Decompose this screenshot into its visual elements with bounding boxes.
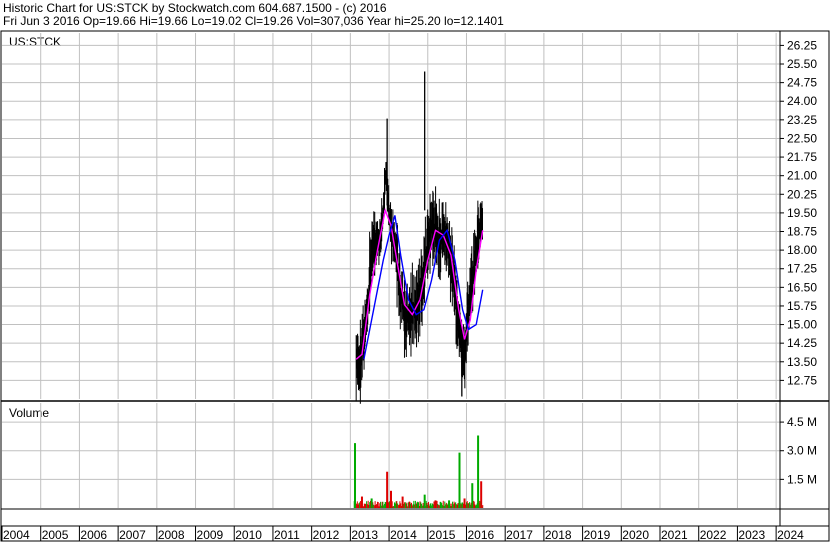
- y-tick-label: 21.75: [787, 150, 817, 164]
- volume-tick-label: 3.0 M: [787, 444, 817, 458]
- x-tick-label: 2015: [429, 528, 456, 542]
- y-tick-label: 14.25: [787, 336, 817, 350]
- y-tick-label: 15.75: [787, 299, 817, 313]
- y-tick-label: 15.00: [787, 318, 817, 332]
- y-tick-label: 19.50: [787, 206, 817, 220]
- y-tick-label: 24.00: [787, 94, 817, 108]
- x-tick-label: 2005: [42, 528, 69, 542]
- x-tick-label: 2007: [119, 528, 146, 542]
- y-tick-label: 23.25: [787, 113, 817, 127]
- y-tick-label: 25.50: [787, 57, 817, 71]
- y-tick-label: 13.50: [787, 355, 817, 369]
- x-tick-label: 2023: [738, 528, 765, 542]
- y-tick-label: 21.00: [787, 169, 817, 183]
- x-tick-label: 2013: [351, 528, 378, 542]
- y-tick-label: 16.50: [787, 280, 817, 294]
- volume-panel-title: Volume: [9, 406, 49, 420]
- stock-chart: Historic Chart for US:STCK by Stockwatch…: [0, 1, 830, 542]
- price-panel-title: US:STCK: [9, 35, 61, 49]
- x-tick-label: 2018: [545, 528, 572, 542]
- header-line-2: Fri Jun 3 2016 Op=19.66 Hi=19.66 Lo=19.0…: [3, 14, 504, 28]
- y-tick-label: 20.25: [787, 187, 817, 201]
- x-tick-label: 2011: [274, 528, 300, 542]
- volume-tick-label: 1.5 M: [787, 472, 817, 486]
- header-line-1: Historic Chart for US:STCK by Stockwatch…: [3, 1, 387, 15]
- y-tick-label: 26.25: [787, 38, 817, 52]
- x-tick-label: 2004: [3, 528, 30, 542]
- x-tick-label: 2024: [777, 528, 804, 542]
- x-tick-label: 2016: [467, 528, 494, 542]
- x-tick-label: 2006: [80, 528, 107, 542]
- y-tick-label: 22.50: [787, 131, 817, 145]
- x-tick-label: 2008: [158, 528, 185, 542]
- y-tick-label: 17.25: [787, 262, 817, 276]
- y-tick-label: 24.75: [787, 76, 817, 90]
- chart-window: Historic Chart for US:STCK by Stockwatch…: [0, 0, 830, 543]
- x-tick-label: 2020: [622, 528, 649, 542]
- volume-tick-label: 4.5 M: [787, 415, 817, 429]
- x-tick-label: 2021: [661, 528, 688, 542]
- y-tick-label: 18.00: [787, 243, 817, 257]
- x-tick-label: 2019: [584, 528, 611, 542]
- y-tick-label: 12.75: [787, 373, 817, 387]
- x-tick-label: 2017: [506, 528, 533, 542]
- x-tick-label: 2012: [313, 528, 340, 542]
- x-tick-label: 2010: [235, 528, 262, 542]
- x-tick-label: 2009: [197, 528, 224, 542]
- y-tick-label: 18.75: [787, 225, 817, 239]
- x-tick-label: 2022: [700, 528, 727, 542]
- x-tick-label: 2014: [390, 528, 417, 542]
